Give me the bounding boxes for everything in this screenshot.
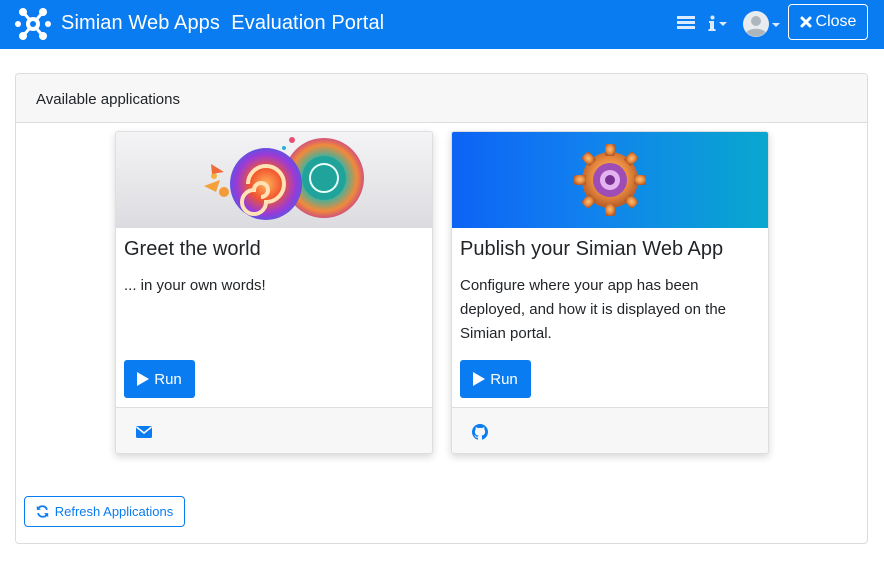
- refresh-applications-button[interactable]: Refresh Applications: [24, 496, 185, 527]
- user-menu[interactable]: [743, 11, 780, 37]
- app-card-title: Publish your Simian Web App: [460, 238, 724, 260]
- chevron-down-icon: [719, 22, 727, 26]
- info-dropdown[interactable]: [708, 13, 727, 33]
- simian-logo-icon[interactable]: [14, 5, 52, 43]
- refresh-button-label: Refresh Applications: [54, 504, 174, 519]
- run-button-label: Run: [490, 370, 518, 388]
- app-card-footer: [452, 407, 768, 453]
- close-button-label: Close: [815, 13, 857, 30]
- applications-panel-header: Available applications: [16, 74, 867, 123]
- close-button[interactable]: Close: [788, 4, 868, 40]
- app-card-image: [452, 132, 768, 228]
- layout-toggle-button[interactable]: [677, 15, 695, 31]
- app-title: Simian Web Apps Evaluation Portal: [61, 12, 385, 34]
- user-avatar-icon: [743, 11, 769, 37]
- gear-illustration: [574, 144, 646, 216]
- colorful-spiral-illustration: [204, 137, 364, 220]
- app-card-image: [116, 132, 432, 228]
- close-x-icon: [800, 16, 812, 28]
- app-card-publish-simian-web-app: Publish your Simian Web App Configure wh…: [451, 131, 769, 454]
- chevron-down-icon: [772, 23, 780, 27]
- app-card-greet-the-world: Greet the world ... in your own words! R…: [115, 131, 433, 454]
- app-card-description: Configure where your app has been deploy…: [460, 277, 727, 342]
- app-card-title: Greet the world: [124, 238, 261, 260]
- envelope-icon[interactable]: [136, 424, 152, 440]
- info-icon: [708, 15, 716, 31]
- refresh-icon: [36, 505, 48, 518]
- layout-icon: [677, 16, 695, 29]
- run-button[interactable]: Run: [124, 360, 195, 398]
- github-icon[interactable]: [472, 424, 488, 440]
- app-card-footer: [116, 407, 432, 453]
- app-card-description: ... in your own words!: [124, 277, 266, 294]
- play-icon: [473, 372, 486, 386]
- panel-title: Available applications: [36, 91, 180, 108]
- play-icon: [137, 372, 150, 386]
- run-button-label: Run: [154, 370, 182, 388]
- top-navbar: Simian Web Apps Evaluation Portal Close: [0, 0, 884, 49]
- run-button[interactable]: Run: [460, 360, 531, 398]
